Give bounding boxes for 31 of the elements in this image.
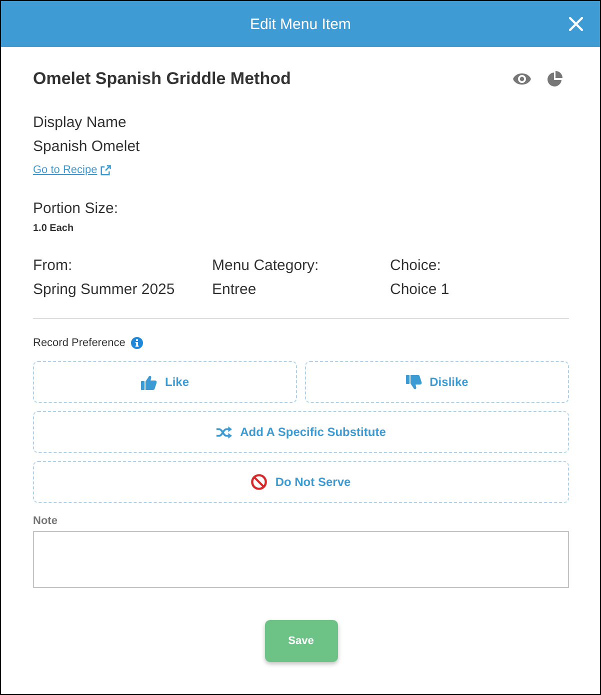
external-link-icon (100, 164, 112, 176)
info-icon[interactable] (131, 337, 144, 349)
save-button[interactable]: Save (264, 620, 338, 662)
dialog-title: Edit Menu Item (250, 16, 351, 32)
prohibited-icon (251, 474, 268, 490)
dislike-button[interactable]: Dislike (305, 361, 569, 403)
display-name-label: Display Name (33, 113, 126, 133)
field-value: Entree (212, 280, 256, 300)
note-label: Note (33, 514, 58, 528)
portion-size-value: 1.0 Each (33, 222, 74, 236)
shuffle-icon (216, 424, 232, 440)
close-icon (569, 17, 583, 31)
record-preference-label: Record Preference (33, 336, 126, 351)
do-not-serve-button[interactable]: Do Not Serve (33, 461, 569, 503)
field-label: From: (33, 256, 72, 276)
field-value: Choice 1 (390, 280, 450, 300)
display-name-value: Spanish Omelet (33, 137, 140, 157)
portion-size-label: Portion Size: (33, 199, 118, 219)
recipe-link[interactable]: Go to Recipe (33, 162, 98, 178)
pie-chart-icon[interactable] (547, 71, 563, 87)
item-name: Omelet Spanish Griddle Method (33, 69, 291, 89)
like-button[interactable]: Like (33, 361, 297, 403)
note-field[interactable] (33, 531, 569, 588)
field-label: Menu Category: (212, 256, 319, 276)
field-value: Spring Summer 2025 (33, 280, 175, 300)
substitute-button[interactable]: Add A Specific Substitute (33, 411, 569, 453)
eye-icon[interactable] (513, 73, 531, 85)
thumbs-up-icon (140, 374, 157, 390)
thumbs-down-icon (406, 374, 422, 390)
close-button[interactable] (568, 16, 584, 32)
field-label: Choice: (390, 256, 441, 276)
